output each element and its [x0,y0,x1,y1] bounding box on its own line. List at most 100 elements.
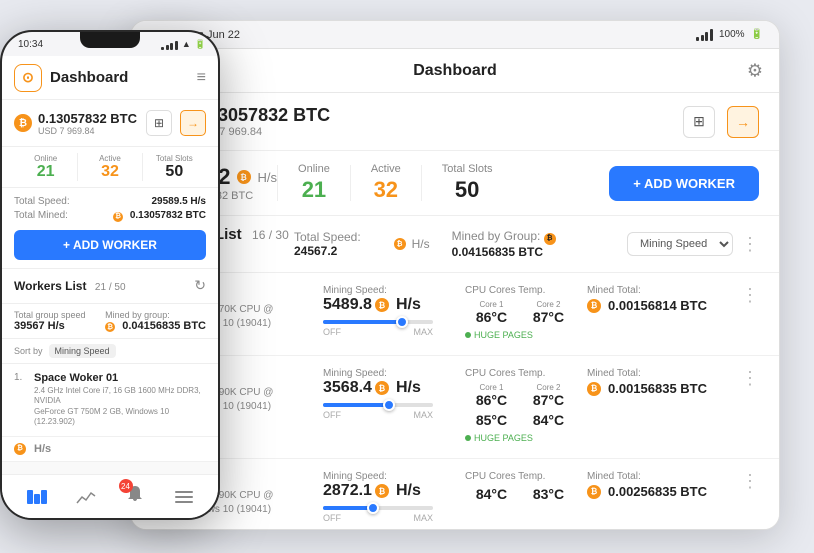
bell-badge: 24 [119,479,133,493]
mining-label-0: Mining Speed: [323,285,453,296]
phone-nav-chart[interactable] [61,490,110,504]
core-1-temp-2: 84°C [465,486,518,502]
core-1-temp-1: 86°C [465,392,518,408]
mining-slider-2[interactable]: OFF MAX [323,506,453,523]
phone-workers-tools: ↻ [194,277,206,294]
slider-fill-2 [323,506,373,510]
phone-sort-value[interactable]: Mining Speed [49,344,116,358]
worker-mining-1: Mining Speed: 3568.4 ₿ H/s OFF MAX [323,368,453,420]
phone-send-button[interactable]: → [180,110,206,136]
phone-sort-bar: Sort by Mining Speed [2,339,218,364]
cpu-label-2: CPU Cores Temp. [465,471,575,482]
phone-workers-title: Workers List [14,279,86,293]
slider-thumb-2[interactable] [367,502,379,514]
qr-button[interactable]: ⊞ [683,106,715,138]
phone-logo: ⊙ [14,64,42,92]
phone-signal-icon [161,38,178,50]
slider-track-0 [323,320,433,324]
total-speed-value: 24567.2 [294,244,337,258]
core-3-temp-1: 85°C [465,412,518,428]
signal-icon [696,29,713,41]
phone-group-mined-right: Mined by group: ₿ 0.04156835 BTC [105,310,206,333]
phone-slots-stat: Total Slots 50 [143,154,206,181]
phone-total-mined-row: Total Mined: ₿ 0.13057832 BTC [14,210,206,222]
slider-track-2 [323,506,433,510]
phone-refresh-icon[interactable]: ↻ [194,277,206,294]
cpu-label-1: CPU Cores Temp. [465,368,575,379]
mined-group-value: 0.04156835 BTC [452,245,543,259]
mining-label-1: Mining Speed: [323,368,453,379]
phone-workers-title-area: Workers List 21 / 50 [14,277,126,295]
core-1-label-0: Core 1 86°C [465,300,518,325]
mining-slider-1[interactable]: OFF MAX [323,403,453,420]
mining-unit-0: H/s [396,296,421,314]
phone-qr-button[interactable]: ⊞ [146,110,172,136]
speed-unit-label: ₿ H/s [394,237,430,251]
phone-group-speed-label: Total group speed [14,310,86,320]
phone-app-title: Dashboard [50,69,128,86]
phone-nav-bell[interactable]: 24 [110,485,159,508]
slider-labels-2: OFF MAX [323,513,433,523]
phone-nav-home[interactable] [12,490,61,504]
send-button[interactable]: → [727,106,759,138]
slots-label: Total Slots [442,163,493,175]
logo-icon: ⊙ [22,69,34,86]
phone-workers-count: 21 / 50 [95,282,126,293]
btc-bar-actions: ⊞ → [677,106,759,138]
mined-group-label: Mined by Group: ₿ 0.04156835 BTC [452,229,619,259]
huge-pages-1: HUGE PAGES [465,433,533,443]
phone-sort-label: Sort by [14,346,43,356]
sort-select[interactable]: Mining Speed [627,232,733,256]
worker-menu-0[interactable]: ⋮ [741,285,759,306]
online-stat: Online 21 [278,163,350,203]
phone-wifi-icon: ▲ [182,39,191,49]
phone-online-label: Online [14,154,77,163]
home-icon [27,490,47,504]
phone-online-value: 21 [14,163,77,181]
workers-menu-icon[interactable]: ⋮ [741,234,759,255]
phone-status-icons: ▲ 🔋 [161,38,206,50]
phone-active-value: 32 [78,163,141,181]
mining-unit-1: H/s [396,379,421,397]
phone-worker-name: Space Woker 01 [34,372,206,384]
phone-add-worker-button[interactable]: + ADD WORKER [14,230,206,260]
huge-pages-text-0: HUGE PAGES [474,330,533,340]
battery-icon: 🔋 [751,29,763,40]
speed-group-info: Total Speed: 24567.2 ₿ H/s Mined by Grou… [294,229,619,259]
phone-total-speed-label: Total Speed: [14,196,70,207]
slots-stat: Total Slots 50 [422,163,513,203]
core-grid-2: 84°C 83°C [465,486,575,502]
slider-labels-0: OFF MAX [323,327,433,337]
worker-menu-1[interactable]: ⋮ [741,368,759,389]
active-value: 32 [371,177,401,203]
phone-frame: 10:34 ▲ 🔋 ⊙ Dashboard ≡ ₿ 0.13057832 BTC… [0,30,220,520]
dot-green-0 [465,332,471,338]
slider-labels-1: OFF MAX [323,410,433,420]
slider-thumb-1[interactable] [383,399,395,411]
active-stat: Active 32 [351,163,421,203]
phone-btc-info: 0.13057832 BTC USD 7 969.84 [38,111,137,136]
mining-slider-0[interactable]: OFF MAX [323,320,453,337]
phone-total-mined-label: Total Mined: [14,210,68,222]
core-grid-0: Core 1 86°C Core 2 87°C [465,300,575,325]
worker-mining-0: Mining Speed: 5489.8 ₿ H/s OFF MAX [323,285,453,337]
phone-btc-section: ₿ 0.13057832 BTC USD 7 969.84 ⊞ → [2,100,218,147]
huge-pages-text-1: HUGE PAGES [474,433,533,443]
stats-row: 39567.2 ₿ H/s ₿ 0.13057832 BTC Online 21 [131,151,779,216]
phone-worker-item-1[interactable]: 1. Space Woker 01 2.4 GHz Intel Core i7,… [2,364,218,437]
add-worker-button[interactable]: + ADD WORKER [609,166,759,201]
worker-menu-2[interactable]: ⋮ [741,471,759,492]
tablet-battery: 100% [719,29,745,40]
phone-battery-icon: 🔋 [195,39,206,50]
phone-content: ₿ 0.13057832 BTC USD 7 969.84 ⊞ → Online… [2,100,218,518]
phone-settings-icon[interactable]: ≡ [197,69,206,87]
phone-group-speed-left: Total group speed 39567 H/s [14,310,86,333]
huge-pages-0: HUGE PAGES [465,330,533,340]
workers-count: 16 / 30 [252,228,289,242]
tablet-settings-icon[interactable]: ⚙ [747,60,763,81]
core-4-temp-1: 84°C [522,412,575,428]
slots-value: 50 [442,177,493,203]
phone-nav-menu[interactable] [159,491,208,503]
phone-total-speed-value: 29589.5 H/s [152,196,207,207]
worker-mining-2: Mining Speed: 2872.1 ₿ H/s OFF MAX [323,471,453,523]
